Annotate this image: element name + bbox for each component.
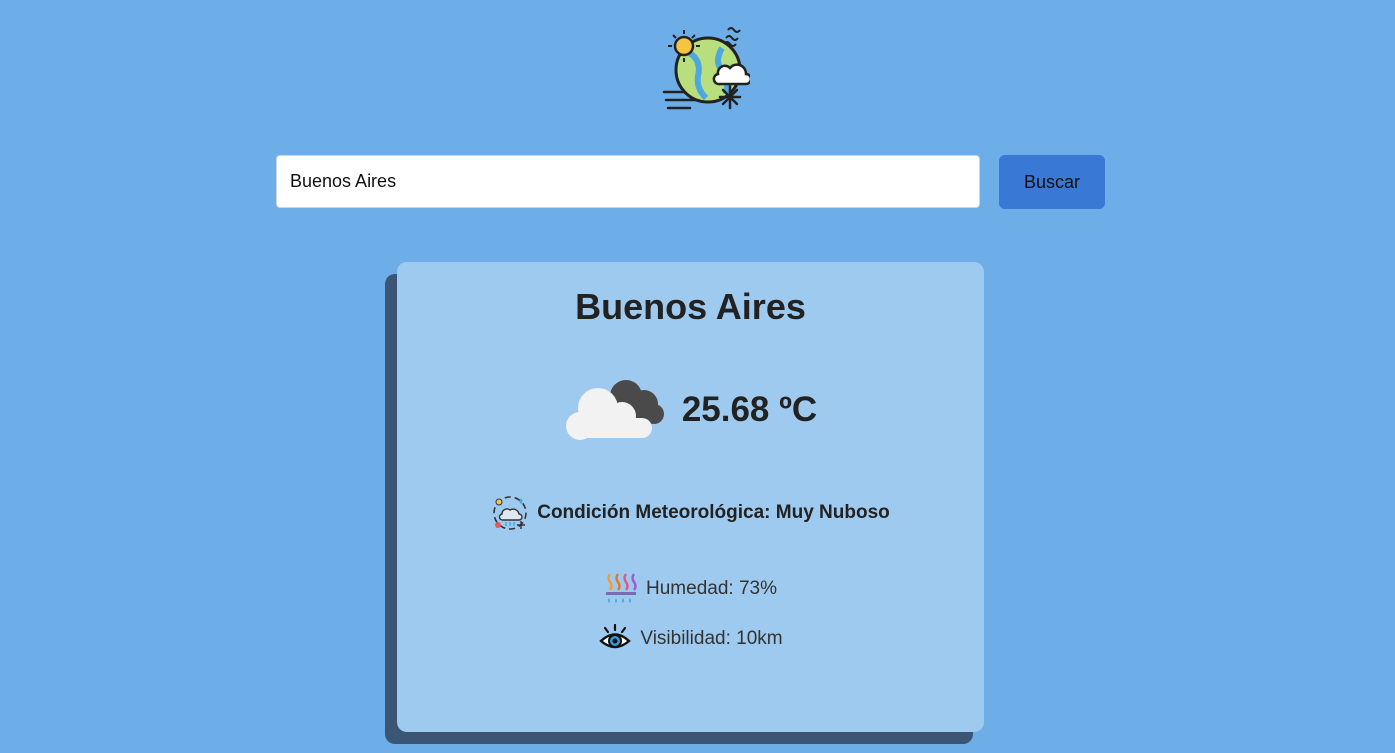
search-button[interactable]: Buscar [999, 155, 1105, 209]
weather-globe-icon [662, 27, 750, 110]
humidity-icon [606, 573, 637, 603]
condition-row: Condición Meteorológica: Muy Nuboso [397, 494, 984, 532]
city-title: Buenos Aires [575, 286, 806, 327]
cloudy-icon [565, 380, 664, 440]
visibility-row: Visibilidad: 10km [397, 622, 984, 656]
eye-icon [599, 623, 632, 649]
temperature-row: 25.68 ºC [397, 372, 984, 448]
condition-text: Condición Meteorológica: Muy Nuboso [537, 502, 890, 523]
weather-condition-icon [493, 496, 528, 530]
humidity-row: Humedad: 73% [397, 572, 984, 606]
temperature-value: 25.68 ºC [681, 390, 818, 429]
humidity-text: Humedad: 73% [646, 578, 777, 599]
visibility-text: Visibilidad: 10km [640, 628, 783, 649]
search-input[interactable] [276, 155, 980, 208]
weather-card: Buenos Aires 25.68 ºC Condición Meteorol… [397, 262, 984, 732]
